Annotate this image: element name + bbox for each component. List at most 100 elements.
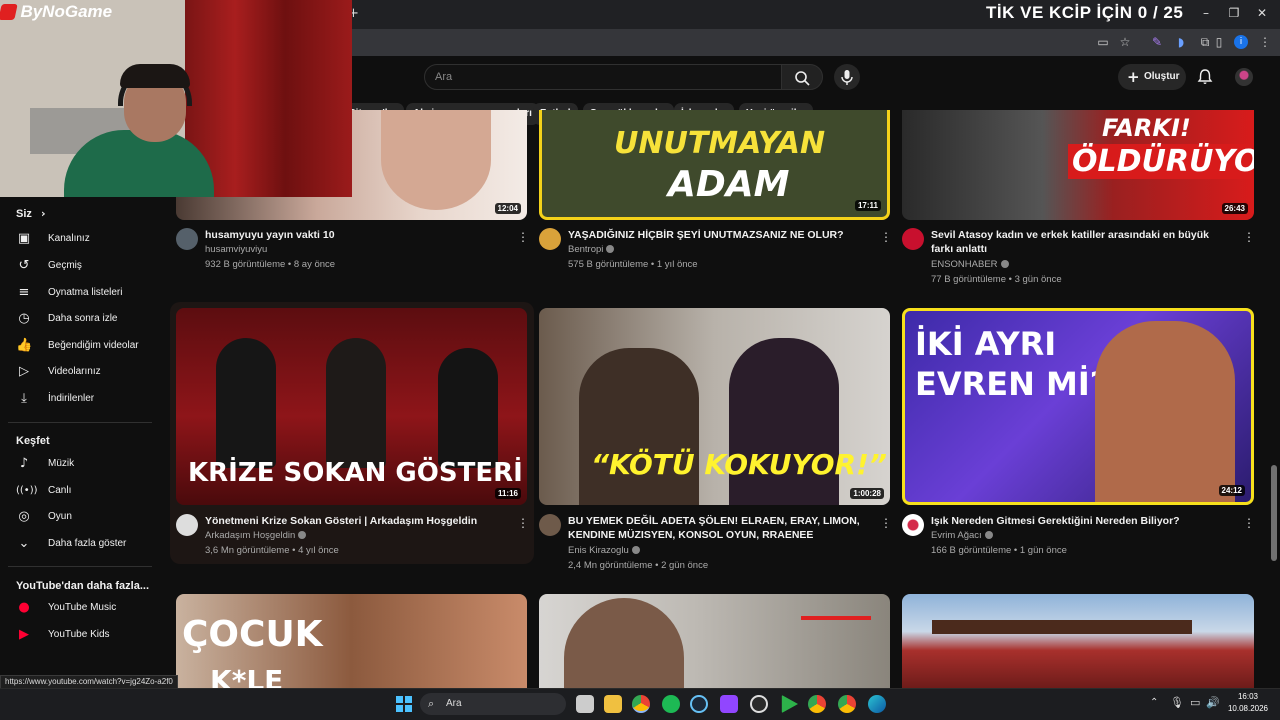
person-shape bbox=[326, 338, 386, 468]
close-icon[interactable]: ✕ bbox=[1252, 6, 1272, 22]
channel-avatar[interactable] bbox=[176, 514, 198, 536]
scrollbar-thumb[interactable] bbox=[1271, 465, 1277, 561]
search-icon: ⌕ bbox=[428, 697, 435, 710]
channel-name[interactable]: Bentropi bbox=[568, 242, 615, 257]
create-label: Oluştur bbox=[1144, 71, 1180, 82]
video-thumbnail[interactable] bbox=[902, 594, 1254, 688]
more-options-icon[interactable]: ⋮ bbox=[1243, 230, 1255, 244]
extension-pen-icon[interactable]: ✎ bbox=[1150, 35, 1164, 49]
microphone-icon[interactable]: 🎙 bbox=[1170, 696, 1184, 709]
video-thumbnail[interactable] bbox=[539, 594, 890, 688]
extensions-icon[interactable]: ⧉ bbox=[1198, 35, 1212, 49]
duration-badge: 12:04 bbox=[494, 203, 521, 214]
steam-icon[interactable] bbox=[690, 695, 708, 713]
sidebar-item-youtube-kids[interactable]: ▶ YouTube Kids bbox=[16, 624, 156, 646]
youtube-music-icon: ● bbox=[18, 600, 30, 615]
person-shape bbox=[564, 598, 684, 688]
arrow-icon bbox=[801, 616, 871, 620]
video-title[interactable]: Yönetmeni Krize Sokan Gösteri | Arkadaşı… bbox=[205, 514, 505, 528]
sidebar-item-playlists[interactable]: ≡ Oynatma listeleri bbox=[16, 282, 156, 304]
sidepanel-icon[interactable]: ▯ bbox=[1212, 35, 1226, 49]
chrome-profile-icon[interactable] bbox=[838, 695, 856, 713]
edge-icon[interactable] bbox=[868, 695, 886, 713]
video-thumbnail[interactable]: ÇOCUK K*LE bbox=[176, 594, 527, 688]
video-thumbnail[interactable]: İKİ AYRI EVREN Mİ? 24:12 bbox=[902, 308, 1254, 505]
verified-icon bbox=[631, 546, 640, 555]
search-icon bbox=[795, 71, 810, 86]
notifications-button[interactable] bbox=[1196, 68, 1214, 86]
person-shape bbox=[438, 348, 498, 468]
video-title[interactable]: husamyuyu yayın vakti 10 bbox=[205, 228, 505, 242]
taskbar-search[interactable]: ⌕ Ara bbox=[420, 693, 566, 715]
channel-avatar[interactable] bbox=[539, 514, 561, 536]
more-options-icon[interactable]: ⋮ bbox=[1243, 516, 1255, 530]
sidebar-item-youtube-music[interactable]: ● YouTube Music bbox=[16, 597, 156, 619]
channel-avatar[interactable] bbox=[902, 514, 924, 536]
file-explorer-icon[interactable] bbox=[604, 695, 622, 713]
task-view-icon[interactable] bbox=[576, 695, 594, 713]
more-options-icon[interactable]: ⋮ bbox=[880, 516, 892, 530]
logo-mark-icon bbox=[0, 4, 18, 20]
avatar[interactable] bbox=[1235, 68, 1253, 86]
sidebar-item-downloads[interactable]: ⤓ İndirilenler bbox=[16, 388, 156, 410]
sidebar-item-your-videos[interactable]: ▷ Videolarınız bbox=[16, 361, 156, 383]
video-title[interactable]: Işık Nereden Gitmesi Gerektiğini Nereden… bbox=[931, 514, 1231, 528]
video-title[interactable]: YAŞADIĞINIZ HİÇBİR ŞEYİ UNUTMAZSANIZ NE … bbox=[568, 228, 868, 242]
sidebar-item-gaming[interactable]: ◎ Oyun bbox=[16, 506, 156, 528]
more-options-icon[interactable]: ⋮ bbox=[880, 230, 892, 244]
search-input[interactable]: Ara bbox=[424, 64, 782, 90]
webcam-overlay bbox=[0, 0, 352, 197]
sidebar-heading-you[interactable]: Siz › bbox=[16, 207, 46, 220]
twitch-icon[interactable] bbox=[720, 695, 738, 713]
cast-icon[interactable]: ▭ bbox=[1096, 35, 1110, 49]
sidebar-heading-explore: Keşfet bbox=[16, 435, 50, 447]
thumbnail-text: EVREN Mİ? bbox=[915, 365, 1109, 403]
clock-date[interactable]: 10.08.2026 bbox=[1222, 704, 1274, 713]
windows-start-icon[interactable] bbox=[396, 696, 412, 712]
sidebar-item-your-channel[interactable]: ▣ Kanalınız bbox=[16, 228, 156, 250]
browser-menu-icon[interactable]: ⋮ bbox=[1258, 35, 1272, 49]
video-title[interactable]: BU YEMEK DEĞİL ADETA ŞÖLEN! ELRAEN, ERAY… bbox=[568, 514, 868, 542]
channel-name[interactable]: ENSONHABER bbox=[931, 257, 1009, 272]
scrollbar-track[interactable] bbox=[1270, 98, 1278, 678]
channel-avatar[interactable] bbox=[176, 228, 198, 250]
sidebar-item-show-more[interactable]: ⌄ Daha fazla göster bbox=[16, 533, 156, 555]
minimize-icon[interactable]: – bbox=[1196, 6, 1216, 22]
voice-search-button[interactable] bbox=[834, 64, 860, 90]
channel-name[interactable]: Evrim Ağacı bbox=[931, 528, 993, 543]
video-thumbnail[interactable]: “KÖTÜ KOKUYOR!” 1:00:28 bbox=[539, 308, 890, 505]
channel-avatar[interactable] bbox=[902, 228, 924, 250]
video-thumbnail[interactable]: UNUTMAYAN ADAM 17:11 bbox=[539, 110, 890, 220]
search-button[interactable] bbox=[781, 64, 823, 90]
spotify-icon[interactable] bbox=[662, 695, 680, 713]
clock-time[interactable]: 16:03 bbox=[1228, 692, 1268, 701]
volume-icon[interactable]: 🔊 bbox=[1206, 696, 1220, 709]
video-thumbnail[interactable]: KRİZE SOKAN GÖSTERİ 11:16 bbox=[176, 308, 527, 505]
sidebar-item-liked-videos[interactable]: 👍 Beğendiğim videolar bbox=[16, 335, 156, 357]
sidebar-item-watch-later[interactable]: ◷ Daha sonra izle bbox=[16, 308, 156, 330]
bookmark-star-icon[interactable]: ☆ bbox=[1118, 35, 1132, 49]
chrome-icon[interactable] bbox=[632, 695, 650, 713]
channel-name[interactable]: husamviyuviyu bbox=[205, 242, 267, 257]
obs-icon[interactable] bbox=[750, 695, 768, 713]
info-icon[interactable]: i bbox=[1234, 35, 1248, 49]
chrome-profile-icon[interactable] bbox=[808, 695, 826, 713]
network-icon[interactable]: ▭ bbox=[1190, 696, 1200, 709]
video-thumbnail[interactable]: FARKI! ÖLDÜRÜYOR! 26:43 bbox=[902, 110, 1254, 220]
channel-icon: ▣ bbox=[17, 231, 31, 246]
more-options-icon[interactable]: ⋮ bbox=[517, 230, 529, 244]
channel-avatar[interactable] bbox=[539, 228, 561, 250]
tray-chevron-icon[interactable]: ⌃ bbox=[1150, 697, 1158, 708]
create-button[interactable]: + Oluştur bbox=[1118, 64, 1186, 90]
sidebar-item-history[interactable]: ↺ Geçmiş bbox=[16, 255, 156, 277]
video-title[interactable]: Sevil Atasoy kadın ve erkek katiller ara… bbox=[931, 228, 1231, 256]
more-options-icon[interactable]: ⋮ bbox=[517, 516, 529, 530]
verified-icon bbox=[298, 531, 307, 540]
maximize-icon[interactable]: ❐ bbox=[1224, 6, 1244, 22]
channel-name[interactable]: Enis Kirazoglu bbox=[568, 543, 640, 558]
sidebar-item-music[interactable]: ♪ Müzik bbox=[16, 453, 156, 475]
sidebar-item-live[interactable]: ((•)) Canlı bbox=[16, 480, 156, 502]
extension-audio-icon[interactable]: ◗ bbox=[1174, 35, 1188, 49]
channel-name[interactable]: Arkadaşım Hoşgeldin bbox=[205, 528, 307, 543]
history-icon: ↺ bbox=[18, 258, 30, 273]
